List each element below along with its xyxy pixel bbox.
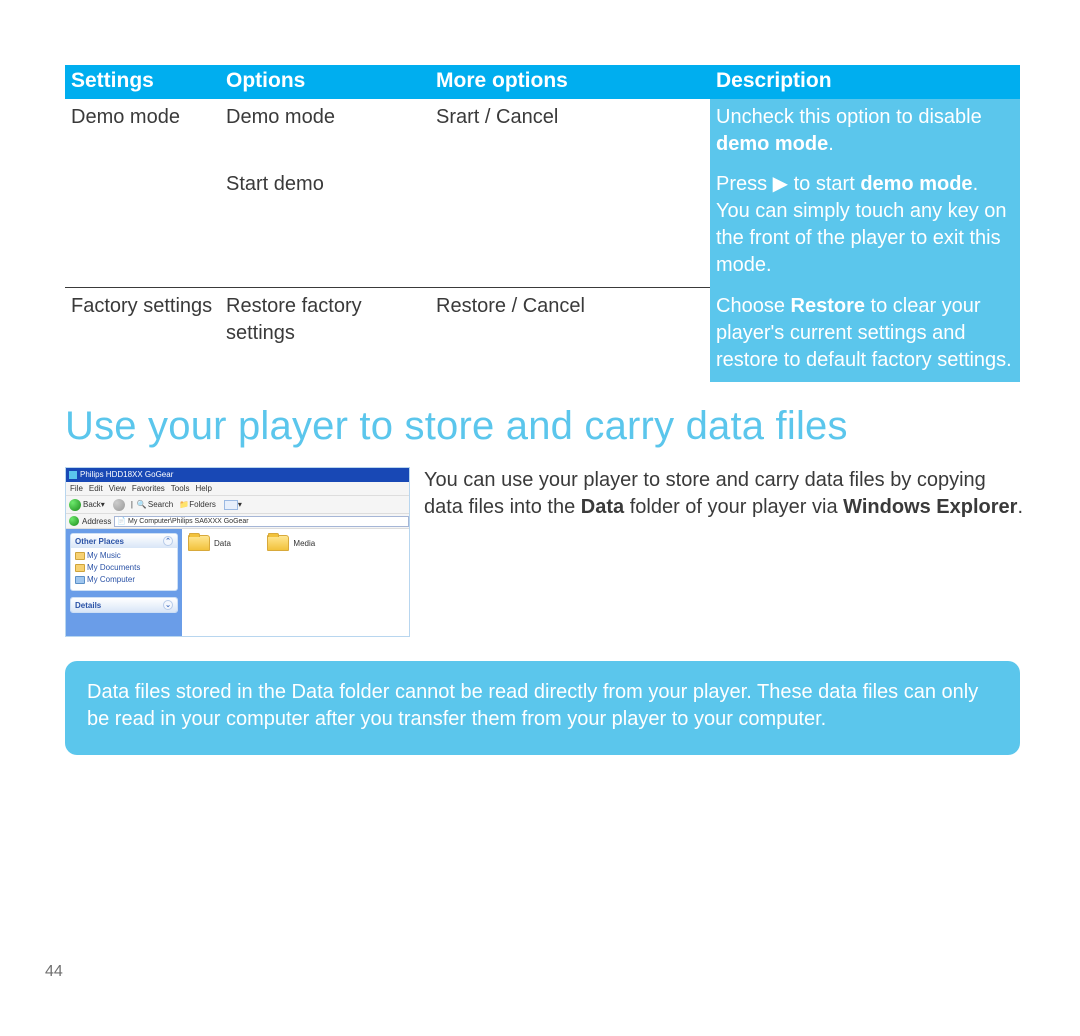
views-icon: [224, 500, 238, 510]
collapse-icon: ⌃: [163, 536, 173, 546]
th-options: Options: [220, 65, 430, 99]
window-menubar: FileEditViewFavoritesToolsHelp: [66, 482, 409, 496]
cell-settings: Factory settings: [65, 288, 220, 382]
go-icon: [69, 516, 79, 526]
music-folder-icon: [75, 552, 85, 560]
cell-settings: [65, 166, 220, 287]
computer-icon: [75, 576, 85, 584]
back-icon: [69, 499, 81, 511]
window-titlebar: Philips HDD18XX GoGear: [66, 468, 409, 482]
cell-options: Start demo: [220, 166, 430, 287]
cell-description: Uncheck this option to disable demo mode…: [710, 99, 1020, 166]
cell-more: [430, 166, 710, 287]
folder-icon: [267, 535, 289, 551]
folder-icon: [188, 535, 210, 551]
window-toolbar: Back ▾ | 🔍Search 📁Folders ▾: [66, 496, 409, 514]
cell-more: Restore / Cancel: [430, 288, 710, 382]
th-more: More options: [430, 65, 710, 99]
th-description: Description: [710, 65, 1020, 99]
cell-options: Demo mode: [220, 99, 430, 166]
folders-icon: 📁: [179, 496, 189, 514]
table-row: Demo mode Demo mode Srart / Cancel Unche…: [65, 99, 1020, 166]
table-header-row: Settings Options More options Descriptio…: [65, 65, 1020, 99]
documents-folder-icon: [75, 564, 85, 572]
cell-settings: Demo mode: [65, 99, 220, 166]
settings-table: Settings Options More options Descriptio…: [65, 65, 1020, 382]
cell-more: Srart / Cancel: [430, 99, 710, 166]
address-input: 📄 My Computer\Philips SA6XXX GoGear: [114, 516, 409, 527]
paragraph-copy: You can use your player to store and car…: [424, 467, 1025, 520]
cell-description: Choose Restore to clear your player's cu…: [710, 288, 1020, 382]
note-box: Data files stored in the Data folder can…: [65, 661, 1020, 755]
search-icon: 🔍: [137, 496, 147, 514]
th-settings: Settings: [65, 65, 220, 99]
expand-icon: ⌄: [163, 600, 173, 610]
windows-explorer-screenshot: Philips HDD18XX GoGear FileEditViewFavor…: [65, 467, 410, 637]
table-row: Factory settings Restore factory setting…: [65, 288, 1020, 382]
page-number: 44: [45, 963, 63, 981]
section-heading: Use your player to store and carry data …: [65, 404, 1025, 449]
explorer-sidebar: Other Places⌃ My Music My Documents My C…: [66, 529, 182, 637]
table-row: Start demo Press ▶ to start demo mode. Y…: [65, 166, 1020, 287]
cell-description: Press ▶ to start demo mode. You can simp…: [710, 166, 1020, 287]
window-addressbar: Address 📄 My Computer\Philips SA6XXX GoG…: [66, 514, 409, 529]
cell-options: Restore factory settings: [220, 288, 430, 382]
forward-icon: [113, 499, 125, 511]
explorer-content: Data Media: [182, 529, 409, 637]
